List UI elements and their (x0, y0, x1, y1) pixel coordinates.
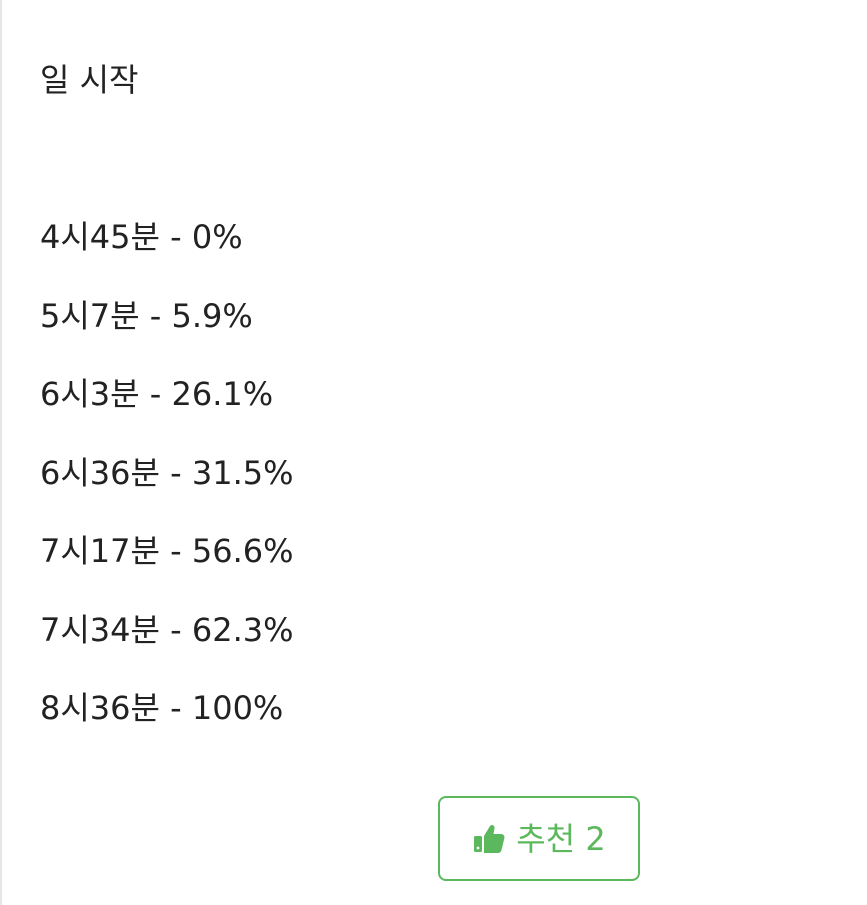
progress-log-list: 4시45분 - 0% 5시7분 - 5.9% 6시3분 - 26.1% 6시36… (40, 213, 294, 763)
post-intro-text: 일 시작 (40, 61, 139, 99)
content-left-border (0, 0, 2, 905)
progress-log-entry: 5시7분 - 5.9% (40, 296, 253, 335)
progress-log-entry: 6시3분 - 26.1% (40, 375, 274, 413)
progress-log-entry: 7시17분 - 56.6% (40, 532, 294, 570)
progress-log-entry: 7시34분 - 62.3% (40, 610, 294, 649)
recommend-button[interactable]: 추천 2 (438, 796, 640, 881)
progress-log-entry: 8시36분 - 100% (40, 689, 284, 727)
recommend-label: 추천 2 (516, 819, 606, 858)
thumbs-up-icon (472, 822, 506, 856)
progress-log-entry: 4시45분 - 0% (40, 218, 243, 256)
progress-log-entry: 6시36분 - 31.5% (40, 453, 294, 492)
